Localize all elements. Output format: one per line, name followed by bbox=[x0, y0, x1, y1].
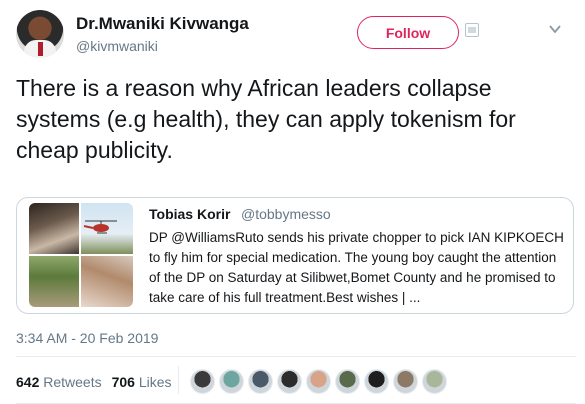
liker-avatar[interactable] bbox=[248, 369, 273, 394]
retweets-count: 642 bbox=[16, 374, 40, 390]
divider bbox=[16, 356, 576, 357]
liker-avatar[interactable] bbox=[335, 369, 360, 394]
liker-avatar[interactable] bbox=[393, 369, 418, 394]
quoted-tweet-card[interactable]: Tobias Korir @tobbymesso DP @WilliamsRut… bbox=[16, 197, 574, 314]
retweets-label: Retweets bbox=[43, 374, 102, 390]
quoted-author-name[interactable]: Tobias Korir bbox=[149, 206, 230, 222]
media-photo-outdoor bbox=[29, 256, 79, 307]
liker-avatar[interactable] bbox=[364, 369, 389, 394]
liker-avatar[interactable] bbox=[277, 369, 302, 394]
stats-separator bbox=[178, 366, 179, 394]
liker-avatar[interactable] bbox=[306, 369, 331, 394]
follow-button[interactable]: Follow bbox=[357, 16, 459, 49]
likes-stat[interactable]: 706 Likes bbox=[112, 374, 172, 390]
media-photo-people bbox=[29, 203, 79, 254]
tweet-timestamp[interactable]: 3:34 AM - 20 Feb 2019 bbox=[16, 330, 158, 346]
media-photo-helicopter bbox=[81, 203, 133, 254]
media-photo-patient bbox=[81, 256, 133, 307]
author-handle[interactable]: @kivmwaniki bbox=[76, 38, 158, 54]
liker-avatar[interactable] bbox=[190, 369, 215, 394]
quoted-author-handle[interactable]: @tobbymesso bbox=[241, 206, 331, 222]
likes-label: Likes bbox=[138, 374, 172, 390]
author-avatar[interactable] bbox=[16, 10, 64, 58]
chevron-down-icon[interactable] bbox=[548, 22, 562, 36]
quoted-tweet-text: DP @WilliamsRuto sends his private chopp… bbox=[149, 230, 564, 305]
tweet-stats: 642 Retweets 706 Likes bbox=[16, 374, 172, 390]
tweet-text: There is a reason why African leaders co… bbox=[16, 75, 516, 163]
helicopter-icon bbox=[83, 220, 117, 234]
avatar-tie bbox=[38, 42, 43, 56]
liker-avatar[interactable] bbox=[422, 369, 447, 394]
quoted-tweet-media[interactable] bbox=[29, 203, 133, 307]
retweets-stat[interactable]: 642 Retweets bbox=[16, 374, 102, 390]
notification-icon[interactable] bbox=[465, 23, 479, 37]
likes-count: 706 bbox=[111, 374, 135, 390]
liker-avatar[interactable] bbox=[219, 369, 244, 394]
author-display-name[interactable]: Dr.Mwaniki Kivwanga bbox=[76, 14, 249, 34]
